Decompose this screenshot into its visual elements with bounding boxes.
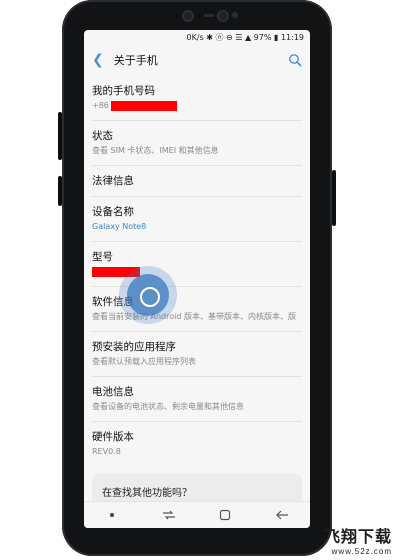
card-title: 在查找其他功能吗？ xyxy=(102,488,192,499)
iris-camera-icon xyxy=(217,10,229,22)
item-sub: 查看 SIM 卡状态、IMEI 和其他信息 xyxy=(92,146,219,155)
search-icon[interactable] xyxy=(288,53,302,67)
list-item-legal-info[interactable]: 法律信息 xyxy=(92,166,302,197)
speaker-grill xyxy=(204,14,214,17)
item-title: 状态 xyxy=(92,130,113,142)
status-text: 0K/s ✱ ⓝ ⊖ ☰ ▲ 97% ▮ 11:19 xyxy=(186,32,304,42)
item-title: 我的手机号码 xyxy=(92,85,155,97)
front-camera-icon xyxy=(182,10,194,22)
status-bar: 0K/s ✱ ⓝ ⊖ ☰ ▲ 97% ▮ 11:19 xyxy=(84,30,310,44)
watermark-main: 飞翔下载 xyxy=(323,529,392,546)
back-nav-icon[interactable] xyxy=(273,508,291,522)
item-title: 硬件版本 xyxy=(92,431,134,443)
list-item-status[interactable]: 状态 查看 SIM 卡状态、IMEI 和其他信息 xyxy=(92,121,302,166)
list-item-device-name[interactable]: 设备名称 Galaxy Note8 xyxy=(92,197,302,242)
dot-indicator-icon xyxy=(103,508,121,522)
item-sub: 查看默认预载入应用程序列表 xyxy=(92,357,196,366)
list-item-hardware-version[interactable]: 硬件版本 REV0.8 xyxy=(92,422,302,466)
item-sub: Galaxy Note8 xyxy=(92,222,147,231)
bixby-button xyxy=(58,176,62,206)
item-title: 预安装的应用程序 xyxy=(92,341,176,353)
item-sub: 查看设备的电池状态、剩余电量和其他信息 xyxy=(92,402,244,411)
item-title: 电池信息 xyxy=(92,386,134,398)
item-sub xyxy=(92,266,302,278)
item-title: 法律信息 xyxy=(92,175,134,187)
app-bar: ❮ 关于手机 xyxy=(84,44,310,76)
settings-list: 我的手机号码 +86 状态 查看 SIM 卡状态、IMEI 和其他信息 法律信息… xyxy=(84,76,310,466)
item-sub: REV0.8 xyxy=(92,447,121,456)
home-icon[interactable] xyxy=(216,508,234,522)
list-item-my-phone-number[interactable]: 我的手机号码 +86 xyxy=(92,76,302,121)
touch-inner-circle xyxy=(127,274,169,316)
list-item-preinstalled-apps[interactable]: 预安装的应用程序 查看默认预载入应用程序列表 xyxy=(92,332,302,377)
proximity-sensor xyxy=(232,12,238,18)
item-title: 型号 xyxy=(92,251,113,263)
list-item-battery-info[interactable]: 电池信息 查看设备的电池状态、剩余电量和其他信息 xyxy=(92,377,302,422)
recent-apps-icon[interactable] xyxy=(160,508,178,522)
volume-button xyxy=(58,112,62,160)
redaction-bar xyxy=(111,100,178,111)
touch-ring-icon xyxy=(140,287,160,307)
item-title: 设备名称 xyxy=(92,206,134,218)
back-icon[interactable]: ❮ xyxy=(92,52,104,68)
screen: 0K/s ✱ ⓝ ⊖ ☰ ▲ 97% ▮ 11:19 ❮ 关于手机 我的手机号码… xyxy=(84,30,310,528)
item-sub: +86 xyxy=(92,100,302,112)
phone-frame: 0K/s ✱ ⓝ ⊖ ☰ ▲ 97% ▮ 11:19 ❮ 关于手机 我的手机号码… xyxy=(58,0,336,556)
power-button xyxy=(332,170,336,226)
watermark: 飞翔下载 www.52z.com xyxy=(324,523,392,556)
navigation-bar xyxy=(84,501,310,528)
phone-prefix: +86 xyxy=(92,101,109,110)
item-sub: 查看当前安装的 Android 版本、基带版本、内核版本、版 xyxy=(92,312,297,321)
touch-indicator xyxy=(119,266,177,324)
page-title: 关于手机 xyxy=(113,54,158,67)
watermark-url: www.52z.com xyxy=(331,547,392,556)
phone-top-sensors xyxy=(62,0,332,34)
